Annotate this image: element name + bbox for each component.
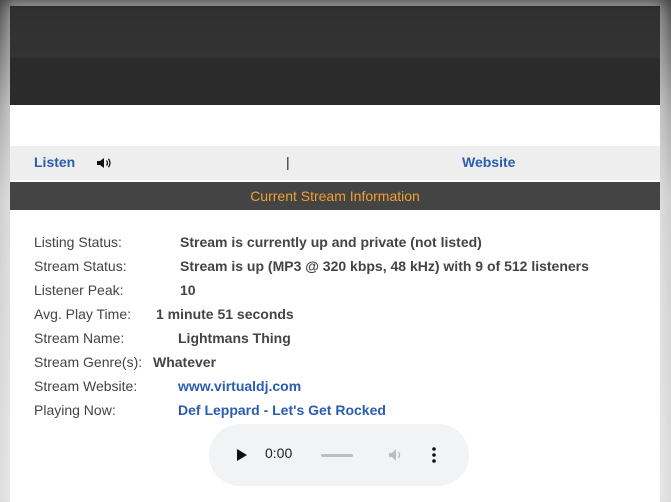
info-value: Stream is currently up and private (not … [180,234,482,250]
info-value: 10 [180,282,196,298]
play-icon[interactable] [237,449,247,461]
top-banner [10,6,660,58]
info-label: Stream Status: [34,258,127,274]
info-label: Playing Now: [34,402,116,418]
top-banner-lower [10,58,660,105]
info-label: Stream Name: [34,330,125,346]
stream-status-page: Listen | Website Current Stream Informat… [10,6,660,502]
info-label: Listing Status: [34,234,122,250]
info-label: Stream Website: [34,378,138,394]
volume-icon[interactable] [387,446,405,464]
info-label: Listener Peak: [34,282,124,298]
info-value: Whatever [153,354,217,370]
player-time: 0:00 [265,445,293,461]
section-header: Current Stream Information [10,182,660,210]
info-value: 1 minute 51 seconds [156,306,294,322]
speaker-icon[interactable] [96,157,114,169]
info-value: Lightmans Thing [178,330,291,346]
nav-bar: Listen | Website [10,146,660,180]
progress-bar[interactable] [321,454,353,457]
info-value: Stream is up (MP3 @ 320 kbps, 48 kHz) wi… [180,258,589,274]
audio-player: 0:00 [209,424,469,486]
stream-website-link[interactable]: www.virtualdj.com [178,378,301,394]
info-label: Avg. Play Time: [34,306,132,322]
listen-link[interactable]: Listen [34,154,75,170]
info-label: Stream Genre(s): [34,354,143,370]
nav-separator: | [286,154,290,170]
playing-now-link[interactable]: Def Leppard - Let's Get Rocked [178,402,386,418]
more-options-icon[interactable] [431,446,437,464]
website-link[interactable]: Website [462,154,515,170]
